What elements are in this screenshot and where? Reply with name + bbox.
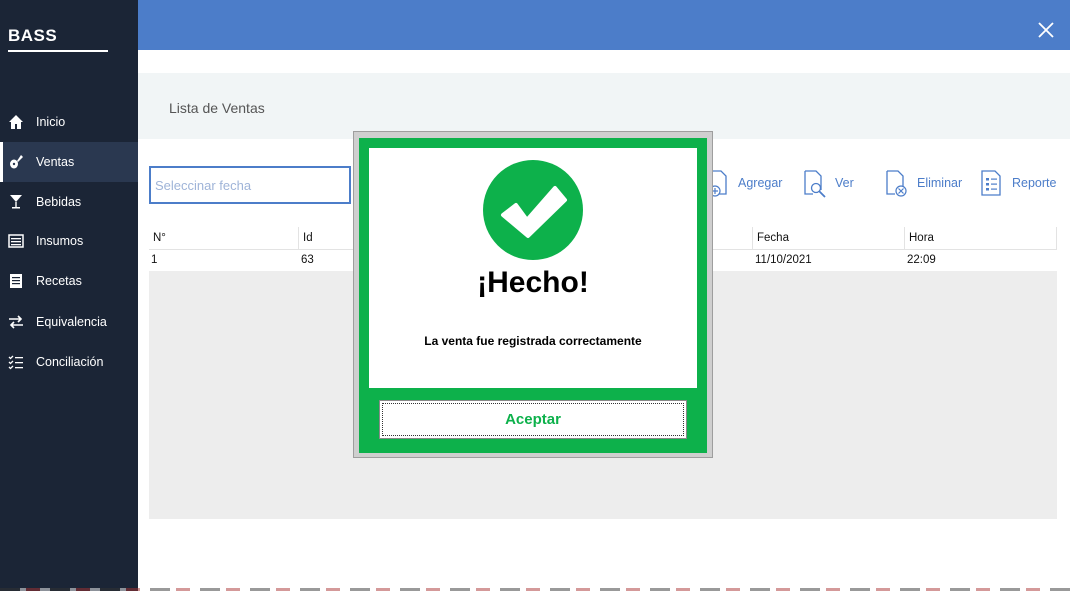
brand-logo: BASS: [8, 26, 58, 45]
glass-icon: [8, 194, 24, 210]
date-search-input[interactable]: [149, 166, 351, 204]
cell-n: 1: [151, 254, 158, 266]
report-button[interactable]: Reporte: [978, 167, 1056, 199]
sidebar-item-label: Recetas: [36, 274, 82, 288]
swap-icon: [8, 314, 24, 330]
success-check-icon: [483, 160, 583, 260]
dialog-message: La venta fue registrada correctamente: [424, 334, 642, 348]
sidebar: BASS Inicio Ventas Bebidas Insumos Recet…: [0, 0, 138, 591]
sidebar-item-inicio[interactable]: Inicio: [0, 102, 138, 142]
guitar-icon: [8, 154, 24, 170]
view-icon: [804, 170, 826, 198]
sidebar-item-recetas[interactable]: Recetas: [0, 261, 138, 301]
brand-divider: [8, 50, 108, 52]
cell-id: 63: [301, 254, 314, 266]
report-icon: [981, 170, 1001, 196]
add-button-label: Agregar: [738, 176, 783, 190]
delete-icon: [886, 170, 907, 197]
sidebar-item-insumos[interactable]: Insumos: [0, 221, 138, 261]
sidebar-item-bebidas[interactable]: Bebidas: [0, 182, 138, 222]
accept-button[interactable]: Aceptar: [379, 400, 687, 439]
column-header-fecha[interactable]: Fecha: [753, 227, 905, 249]
app-window: BASS Inicio Ventas Bebidas Insumos Recet…: [0, 0, 1070, 591]
top-bar: [138, 0, 1070, 50]
column-header-n[interactable]: N°: [149, 227, 299, 249]
dialog-title: ¡Hecho!: [477, 266, 589, 299]
view-button[interactable]: Ver: [801, 167, 854, 199]
sidebar-item-conciliacion[interactable]: Conciliación: [0, 342, 138, 382]
delete-button[interactable]: Eliminar: [883, 167, 962, 199]
sidebar-item-label: Ventas: [36, 155, 75, 169]
sidebar-item-label: Insumos: [36, 234, 84, 248]
cell-hora: 22:09: [907, 254, 936, 266]
sidebar-item-label: Bebidas: [36, 195, 82, 209]
add-button[interactable]: Agregar: [704, 167, 782, 199]
delete-button-label: Eliminar: [917, 176, 963, 190]
view-button-label: Ver: [835, 176, 854, 190]
sidebar-item-label: Inicio: [36, 115, 66, 129]
column-header-hora[interactable]: Hora: [905, 227, 1057, 249]
page-title: Lista de Ventas: [169, 100, 265, 116]
home-icon: [8, 114, 24, 130]
sidebar-item-label: Equivalencia: [36, 315, 107, 329]
list-icon: [8, 233, 24, 249]
checklist-icon: [8, 354, 24, 370]
close-icon[interactable]: [1038, 22, 1054, 38]
recipe-icon: [8, 273, 24, 289]
sidebar-item-ventas[interactable]: Ventas: [0, 142, 138, 182]
sidebar-item-equivalencia[interactable]: Equivalencia: [0, 302, 138, 342]
header-panel: Lista de Ventas: [138, 73, 1070, 139]
report-button-label: Reporte: [1012, 176, 1057, 190]
sidebar-item-label: Conciliación: [36, 355, 104, 369]
cell-fecha: 11/10/2021: [755, 254, 812, 266]
